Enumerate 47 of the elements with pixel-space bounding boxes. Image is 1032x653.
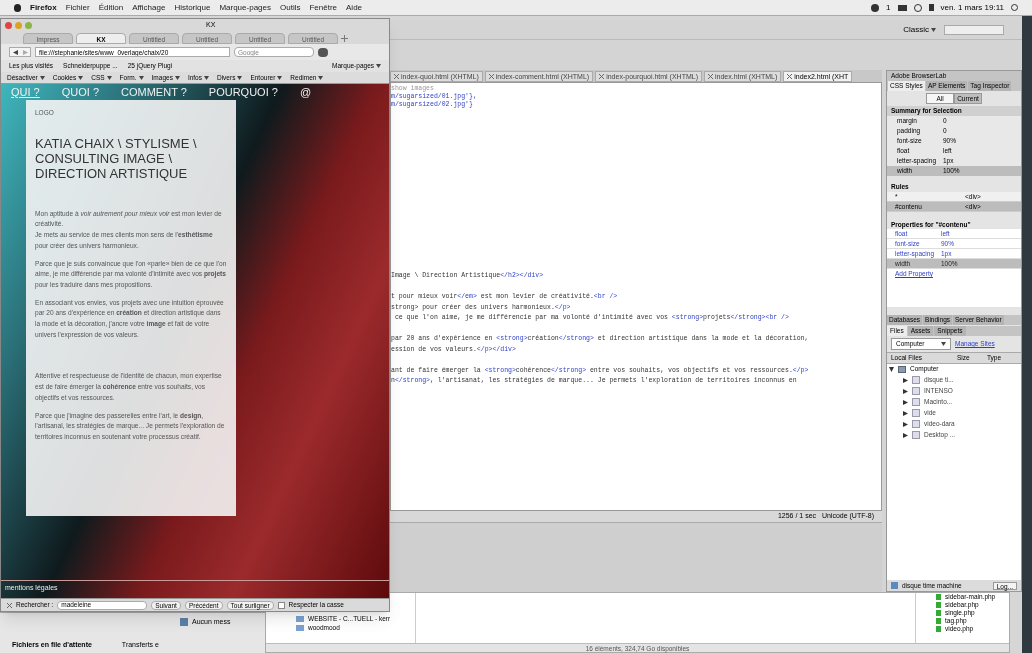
nav-link[interactable]: @	[299, 83, 312, 101]
close-icon[interactable]	[394, 74, 399, 79]
notification-count[interactable]: 1	[886, 1, 891, 14]
page-heading: KATIA CHAIX \ STYLISME \ CONSULTING IMAGE \ DIRECTION ARTISTIQUE	[35, 135, 198, 181]
menu-item[interactable]: Marque-pages	[219, 1, 271, 14]
menu-item[interactable]: Aide	[346, 1, 363, 14]
close-icon[interactable]	[787, 74, 793, 79]
menu-item[interactable]: Historique	[174, 1, 211, 14]
nav-link[interactable]: POURQUOI ?	[208, 83, 278, 101]
back-arrow-icon[interactable]	[12, 49, 18, 55]
nav-link[interactable]: COMMENT ?	[121, 83, 187, 101]
menu-item[interactable]: Outils	[280, 1, 301, 14]
caret-icon	[931, 27, 936, 32]
code-editor[interactable]	[390, 82, 882, 511]
caret-icon	[138, 75, 144, 80]
caret-icon	[277, 75, 283, 80]
expanded-triangle-icon[interactable]	[889, 366, 894, 372]
caret-icon	[941, 342, 946, 347]
apple-icon[interactable]	[14, 3, 21, 12]
display-icon[interactable]	[897, 4, 907, 11]
menu-item[interactable]: Fichier	[65, 1, 90, 14]
caret-icon	[237, 75, 243, 80]
drive-icon	[891, 582, 898, 589]
menu-item[interactable]: Firefox	[30, 1, 57, 14]
caret-icon	[204, 75, 209, 80]
close-icon[interactable]	[5, 21, 12, 29]
match-case-checkbox[interactable]	[277, 601, 285, 609]
close-icon[interactable]	[7, 602, 12, 608]
back-forward-buttons[interactable]	[9, 47, 31, 57]
close-icon[interactable]	[599, 74, 605, 79]
menu-item[interactable]: Fenêtre	[309, 1, 337, 14]
menu-clock[interactable]: ven. 1 mars 19:11	[940, 1, 1004, 14]
nav-link[interactable]: QUOI ?	[61, 83, 100, 101]
caret-icon	[106, 75, 112, 80]
message-icon	[180, 618, 188, 627]
close-icon[interactable]	[708, 74, 713, 79]
caret-icon	[376, 64, 381, 68]
menu-item[interactable]: Affichage	[132, 1, 166, 14]
caret-icon	[318, 75, 324, 80]
menu-item[interactable]: Édition	[98, 1, 124, 14]
caret-icon	[78, 75, 84, 80]
caret-icon	[174, 75, 180, 80]
new-tab-icon[interactable]	[341, 35, 348, 42]
caret-icon	[39, 75, 45, 80]
search-field[interactable]	[944, 24, 1004, 35]
workspace-switcher[interactable]: Classic	[903, 23, 936, 36]
close-icon[interactable]	[488, 74, 494, 79]
